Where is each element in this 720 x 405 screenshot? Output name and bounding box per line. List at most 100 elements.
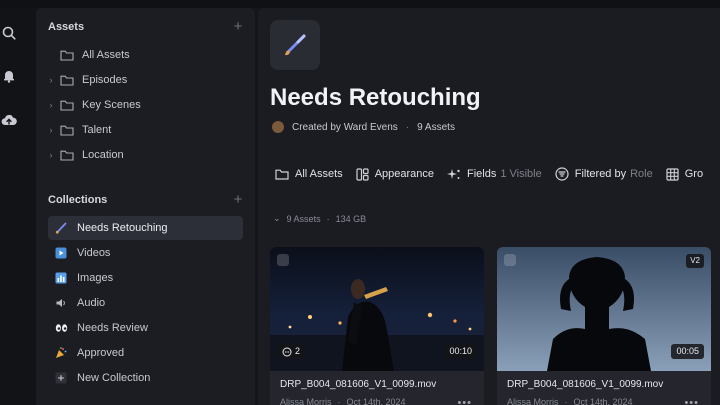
sidebar-item-needs-review[interactable]: Needs Review <box>48 316 243 340</box>
sidebar-item-label: Needs Review <box>77 322 148 334</box>
duration-badge: 00:05 <box>671 344 704 359</box>
asset-card[interactable]: 2 00:10 DRP_B004_081606_V1_0099.mov Alis… <box>270 247 484 405</box>
comment-icon <box>282 347 292 356</box>
speaker-icon <box>54 296 68 310</box>
folder-icon <box>60 150 74 161</box>
sidebar-item-label: Talent <box>82 124 112 136</box>
chevron-right-icon[interactable]: › <box>46 150 56 160</box>
appearance-button[interactable]: Appearance <box>356 167 435 181</box>
all-assets-button[interactable]: All Assets <box>275 168 343 180</box>
chevron-right-icon[interactable]: › <box>46 100 56 110</box>
play-icon <box>54 246 68 260</box>
asset-subline: Alissa Morris · Oct 14th, 2024 <box>507 397 633 405</box>
sidebar-item-talent[interactable]: › Talent <box>46 119 242 141</box>
paintbrush-icon <box>285 34 306 56</box>
sidebar-item-all-assets[interactable]: All Assets <box>46 44 242 66</box>
filter-icon <box>555 167 569 181</box>
select-checkbox[interactable] <box>277 254 289 266</box>
group-summary[interactable]: ⌄ 9 Assets · 134 GB <box>273 213 366 224</box>
grid-icon <box>666 167 679 181</box>
sidebar-item-label: Location <box>82 149 124 161</box>
all-assets-label: All Assets <box>295 168 343 180</box>
appearance-label: Appearance <box>374 168 435 180</box>
created-by: Created by Ward Evens <box>292 121 398 133</box>
sidebar-item-approved[interactable]: Approved <box>48 341 243 365</box>
sidebar-item-label: Episodes <box>82 74 128 86</box>
sidebar-item-label: Approved <box>77 347 125 359</box>
version-badge[interactable]: V2 <box>686 254 704 268</box>
main-content: Needs Retouching Created by Ward Evens ·… <box>258 8 720 405</box>
summary-size: 134 GB <box>335 213 367 224</box>
sidebar-item-videos[interactable]: Videos <box>48 241 243 265</box>
more-options-icon[interactable]: ••• <box>457 397 472 405</box>
chevron-right-icon[interactable]: › <box>46 75 56 85</box>
top-bar <box>0 0 720 8</box>
sidebar-item-label: Key Scenes <box>82 99 141 111</box>
toolbar: All Assets Appearance Fields 1 Visible F… <box>275 165 716 183</box>
party-popper-icon <box>54 346 68 360</box>
duration-badge: 00:10 <box>444 344 477 359</box>
new-collection-button[interactable]: New Collection <box>48 366 243 390</box>
filter-button[interactable]: Filtered by Role <box>555 167 653 181</box>
separator-dot: · <box>326 213 330 224</box>
fields-label: Fields <box>467 168 497 180</box>
plus-icon <box>54 371 68 385</box>
filtered-by-value: Role <box>630 168 653 180</box>
sparkle-icon <box>447 168 460 179</box>
fields-visible-count: 1 Visible <box>500 168 542 180</box>
sidebar-item-label: Audio <box>77 297 106 309</box>
sidebar-item-episodes[interactable]: › Episodes <box>46 69 242 91</box>
folder-icon <box>60 100 74 111</box>
bell-icon[interactable] <box>0 67 18 85</box>
sidebar-item-label: Needs Retouching <box>77 222 168 234</box>
asset-card[interactable]: V2 00:05 DRP_B004_081606_V1_0099.mov Ali… <box>497 247 711 405</box>
folder-icon <box>60 50 74 61</box>
sidebar-item-label: New Collection <box>77 372 151 384</box>
summary-count: 9 Assets <box>286 213 321 224</box>
sidebar-item-label: Images <box>77 272 114 284</box>
more-options-icon[interactable]: ••• <box>684 397 699 405</box>
chevron-right-icon[interactable]: › <box>46 125 56 135</box>
layout-icon <box>356 167 369 181</box>
folder-icon <box>275 169 289 180</box>
comment-badge[interactable]: 2 <box>277 344 306 359</box>
sidebar-item-needs-retouching[interactable]: Needs Retouching <box>48 216 243 240</box>
search-icon[interactable] <box>0 24 18 42</box>
sidebar-item-location[interactable]: › Location <box>46 144 242 166</box>
asset-filename[interactable]: DRP_B004_081606_V1_0099.mov <box>280 379 436 390</box>
folder-icon <box>60 125 74 136</box>
sidebar-item-key-scenes[interactable]: › Key Scenes <box>46 94 242 116</box>
eyes-icon <box>54 321 68 335</box>
add-collection-icon[interactable]: + <box>231 192 245 207</box>
collections-heading: Collections <box>48 194 108 206</box>
select-checkbox[interactable] <box>504 254 516 266</box>
asset-filename[interactable]: DRP_B004_081606_V1_0099.mov <box>507 379 663 390</box>
sidebar-item-audio[interactable]: Audio <box>48 291 243 315</box>
asset-date: Oct 14th, 2024 <box>573 397 633 405</box>
collection-cover[interactable] <box>270 20 320 70</box>
asset-date: Oct 14th, 2024 <box>346 397 406 405</box>
add-asset-folder-icon[interactable]: + <box>231 19 245 34</box>
asset-author: Alissa Morris <box>507 397 559 405</box>
folder-icon <box>60 75 74 86</box>
separator-dot: · <box>405 121 410 133</box>
chevron-down-icon[interactable]: ⌄ <box>273 213 281 224</box>
cloud-upload-icon[interactable] <box>0 111 18 129</box>
asset-author: Alissa Morris <box>280 397 332 405</box>
collection-meta: Created by Ward Evens · 9 Assets <box>272 120 455 134</box>
sidebar-item-label: Videos <box>77 247 111 259</box>
sidebar-item-images[interactable]: Images <box>48 266 243 290</box>
separator-dot: · <box>564 397 568 405</box>
asset-count: 9 Assets <box>417 121 455 133</box>
sidebar: Assets + All Assets › Episodes › Key Sce… <box>36 8 255 405</box>
icon-rail <box>0 8 36 405</box>
fields-button[interactable]: Fields 1 Visible <box>447 168 542 181</box>
sidebar-item-label: All Assets <box>82 49 130 61</box>
comment-count: 2 <box>295 346 301 356</box>
group-label: Gro <box>684 168 704 180</box>
group-button[interactable]: Gro <box>666 167 704 181</box>
page-title: Needs Retouching <box>270 84 481 111</box>
asset-subline: Alissa Morris · Oct 14th, 2024 <box>280 397 406 405</box>
assets-heading: Assets <box>48 21 85 33</box>
avatar[interactable] <box>272 121 284 133</box>
